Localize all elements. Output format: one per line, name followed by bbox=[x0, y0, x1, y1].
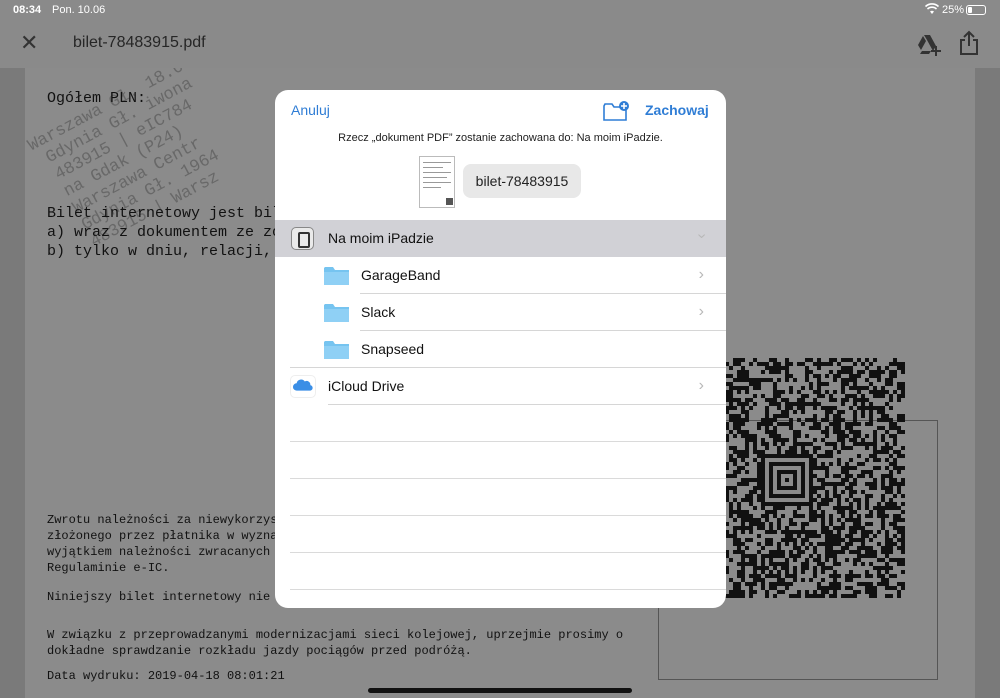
refund-line-3: wyjątkiem należności zwracanych bbox=[47, 545, 271, 559]
save-button[interactable]: Zachowaj bbox=[645, 102, 709, 118]
wifi-icon bbox=[925, 3, 939, 14]
modernization-line-1: W związku z przeprowadzanymi modernizacj… bbox=[47, 628, 624, 642]
cancel-button[interactable]: Anuluj bbox=[291, 102, 330, 118]
location-list: Na moim iPadzie › GarageBand › Slack › S… bbox=[275, 220, 726, 590]
location-on-my-ipad[interactable]: Na moim iPadzie › bbox=[275, 220, 726, 257]
total-label: Ogółem PLN: bbox=[47, 90, 147, 107]
status-bar: 08:34 Pon. 10.06 25% bbox=[0, 0, 1000, 22]
folder-label: Slack bbox=[361, 304, 396, 320]
pdf-thumbnail bbox=[419, 156, 455, 208]
folder-icon bbox=[324, 267, 349, 285]
ticket-line-2: a) wraz z dokumentem ze zo bbox=[47, 224, 282, 241]
battery-percent: 25% bbox=[942, 4, 965, 16]
share-icon[interactable] bbox=[957, 30, 981, 56]
folder-slack[interactable]: Slack › bbox=[275, 294, 726, 331]
ticket-line-3: b) tylko w dniu, relacji, bbox=[47, 243, 273, 260]
icloud-icon bbox=[290, 375, 316, 398]
folder-icon bbox=[324, 304, 349, 322]
folder-label: GarageBand bbox=[361, 267, 441, 283]
refund-line-1: Zwrotu należności za niewykorzys bbox=[47, 513, 278, 527]
status-time: 08:34 bbox=[13, 4, 42, 16]
chevron-right-icon: › bbox=[698, 377, 704, 394]
ipad-icon bbox=[291, 227, 314, 250]
close-icon[interactable]: ✕ bbox=[20, 30, 38, 56]
refund-line-2: złożonego przez płatnika w wyzna bbox=[47, 529, 278, 543]
save-info-text: Rzecz „dokument PDF” zostanie zachowana … bbox=[338, 132, 663, 144]
location-label: iCloud Drive bbox=[328, 378, 405, 394]
folder-garageband[interactable]: GarageBand › bbox=[275, 257, 726, 294]
pdf-toolbar: ✕ bilet-78483915.pdf bbox=[0, 22, 1000, 68]
document-title: bilet-78483915.pdf bbox=[73, 34, 206, 51]
notice-line: Niniejszy bilet internetowy nie bbox=[47, 590, 271, 604]
battery-icon bbox=[966, 5, 986, 15]
chevron-right-icon: › bbox=[698, 303, 704, 320]
print-date: Data wydruku: 2019-04-18 08:01:21 bbox=[47, 669, 285, 683]
google-drive-add-icon[interactable] bbox=[917, 34, 941, 56]
status-date: Pon. 10.06 bbox=[52, 4, 106, 16]
folder-icon bbox=[324, 341, 349, 359]
chevron-down-icon[interactable]: › bbox=[692, 233, 710, 238]
ticket-line-1: Bilet internetowy jest bil bbox=[47, 205, 282, 222]
location-label: Na moim iPadzie bbox=[328, 230, 434, 246]
folder-snapseed[interactable]: Snapseed bbox=[275, 331, 726, 368]
new-folder-icon[interactable] bbox=[602, 100, 630, 122]
folder-label: Snapseed bbox=[361, 341, 425, 357]
modernization-line-2: dokładne sprawdzanie rozkładu jazdy poci… bbox=[47, 644, 472, 658]
location-icloud-drive[interactable]: iCloud Drive › bbox=[275, 368, 726, 405]
save-dialog: Anuluj Zachowaj Rzecz „dokument PDF” zos… bbox=[275, 90, 726, 608]
refund-line-4: Regulaminie e-IC. bbox=[47, 561, 170, 575]
file-name-field[interactable]: bilet-78483915 bbox=[463, 164, 581, 198]
chevron-right-icon: › bbox=[698, 266, 704, 283]
home-indicator[interactable] bbox=[368, 688, 632, 693]
